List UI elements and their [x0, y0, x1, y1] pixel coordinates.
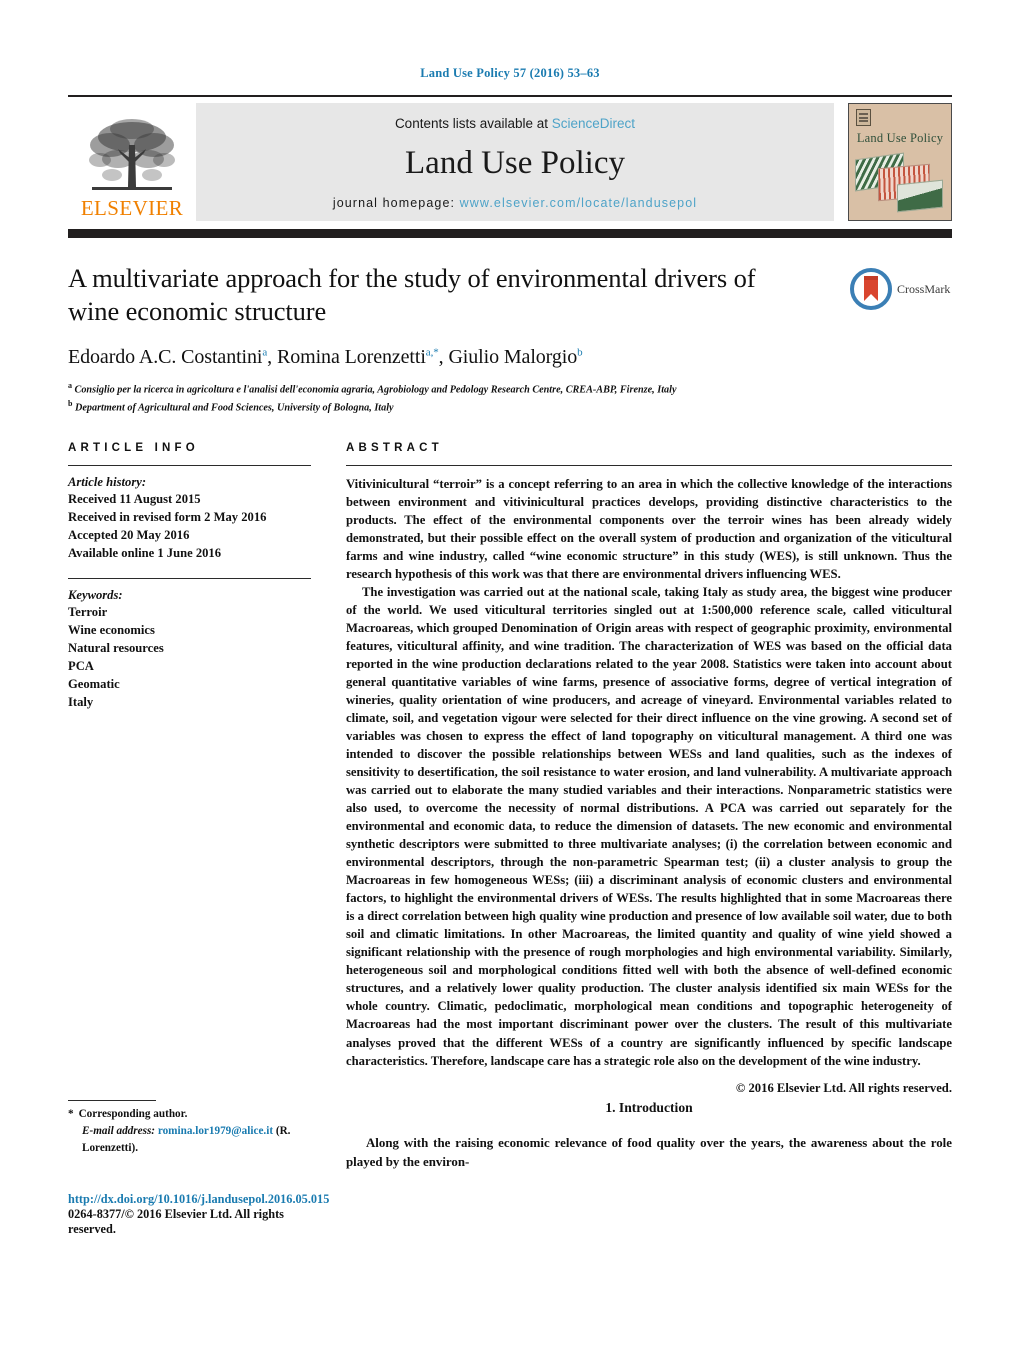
- crossmark-label: CrossMark: [897, 281, 951, 296]
- affiliation-marker: b: [68, 398, 73, 408]
- crossmark-badge[interactable]: CrossMark: [850, 266, 952, 312]
- sciencedirect-link[interactable]: ScienceDirect: [552, 116, 635, 131]
- affiliation-list: a Consiglio per la ricerca in agricoltur…: [68, 380, 952, 416]
- corresponding-label: Corresponding author.: [78, 1108, 188, 1120]
- page-title: A multivariate approach for the study of…: [68, 263, 756, 327]
- affiliation-item: a Consiglio per la ricerca in agricoltur…: [68, 380, 952, 398]
- introduction-heading: 1. Introduction: [605, 1100, 693, 1115]
- affiliation-item: b Department of Agricultural and Food Sc…: [68, 398, 952, 416]
- journal-band: Contents lists available at ScienceDirec…: [196, 103, 834, 221]
- title-block: A multivariate approach for the study of…: [68, 262, 952, 416]
- article-history-item: Received 11 August 2015: [68, 491, 201, 506]
- keywords-block: Keywords: Terroir Wine economics Natural…: [68, 588, 311, 711]
- affiliation-text: Consiglio per la ricerca in agricoltura …: [74, 384, 677, 396]
- keyword-item: PCA: [68, 658, 94, 673]
- article-info-heading: ARTICLE INFO: [68, 441, 199, 454]
- author-list: Edoardo A.C. Costantinia, Romina Lorenze…: [68, 345, 583, 368]
- corresponding-author-note: * Corresponding author.: [68, 1106, 311, 1123]
- article-info-column: ARTICLE INFO Article history: Received 1…: [68, 442, 311, 1096]
- author-marker: b: [577, 346, 583, 359]
- doi-link[interactable]: http://dx.doi.org/10.1016/j.landusepol.2…: [68, 1192, 329, 1207]
- abstract-column: ABSTRACT Vitivinicultural “terroir” is a…: [346, 442, 952, 1096]
- journal-homepage-link[interactable]: www.elsevier.com/locate/landusepol: [460, 196, 698, 210]
- keyword-item: Italy: [68, 694, 94, 709]
- page-bottom: * Corresponding author. E-mail address: r…: [68, 1100, 952, 1237]
- introduction-paragraph: Along with the raising economic relevanc…: [346, 1136, 952, 1169]
- affiliation-marker: a: [68, 380, 72, 390]
- abstract-paragraph: Vitivinicultural “terroir” is a concept …: [346, 476, 952, 581]
- elsevier-tree-icon: [89, 119, 175, 190]
- introduction-column: 1. Introduction Along with the raising e…: [346, 1100, 952, 1237]
- abstract-copyright: © 2016 Elsevier Ltd. All rights reserved…: [735, 1080, 952, 1095]
- article-history-item: Accepted 20 May 2016: [68, 527, 190, 542]
- journal-title: Land Use Policy: [405, 145, 625, 181]
- author-name: Edoardo A.C. Costantini: [68, 345, 263, 368]
- paper-page: Land Use Policy 57 (2016) 53–63 ELSEVIER…: [0, 0, 1020, 1351]
- article-history-label: Article history:: [68, 474, 147, 489]
- masthead-divider: [68, 229, 952, 238]
- footnote-column: * Corresponding author. E-mail address: r…: [68, 1100, 329, 1237]
- elsevier-logo: ELSEVIER: [68, 103, 196, 221]
- keyword-item: Wine economics: [68, 622, 155, 637]
- cover-publisher-icon: [856, 109, 871, 126]
- homepage-prefix: journal homepage:: [332, 196, 460, 210]
- running-head: Land Use Policy 57 (2016) 53–63: [420, 66, 600, 80]
- email-label: E-mail address:: [82, 1124, 156, 1137]
- author-name: Romina Lorenzetti: [276, 345, 426, 368]
- cover-title: Land Use Policy: [856, 131, 944, 145]
- journal-masthead: ELSEVIER Contents lists available at Sci…: [68, 95, 952, 221]
- corresponding-marker: *: [68, 1108, 74, 1120]
- keyword-item: Geomatic: [68, 676, 120, 691]
- doi-block: http://dx.doi.org/10.1016/j.landusepol.2…: [68, 1192, 329, 1237]
- abstract-rule: [346, 464, 952, 466]
- issn-copyright-line: 0264-8377/© 2016 Elsevier Ltd. All right…: [68, 1207, 284, 1237]
- info-abstract-columns: ARTICLE INFO Article history: Received 1…: [68, 442, 952, 1096]
- keyword-item: Terroir: [68, 604, 108, 619]
- keywords-rule: [68, 577, 311, 579]
- cover-photo-landscape-icon: [897, 179, 943, 213]
- abstract-heading: ABSTRACT: [346, 441, 443, 454]
- email-note: E-mail address: romina.lor1979@alice.it …: [68, 1123, 311, 1157]
- keywords-label: Keywords:: [68, 587, 123, 602]
- article-history-item: Received in revised form 2 May 2016: [68, 509, 267, 524]
- author-marker: a: [262, 346, 268, 359]
- elsevier-wordmark: ELSEVIER: [80, 196, 184, 220]
- affiliation-text: Department of Agricultural and Food Scie…: [75, 402, 394, 414]
- article-history-item: Available online 1 June 2016: [68, 545, 222, 560]
- article-info-rule: [68, 464, 311, 466]
- keyword-item: Natural resources: [68, 640, 164, 655]
- abstract-paragraph: The investigation was carried out at the…: [346, 584, 952, 1068]
- footnote-rule: [68, 1100, 156, 1101]
- contents-prefix: Contents lists available at: [394, 116, 552, 131]
- crossmark-icon: [850, 268, 892, 310]
- journal-cover-thumbnail: Land Use Policy: [848, 103, 952, 221]
- author-name: Giulio Malorgio: [448, 345, 578, 368]
- contents-available-line: Contents lists available at ScienceDirec…: [395, 116, 635, 131]
- email-link[interactable]: romina.lor1979@alice.it: [158, 1125, 273, 1137]
- author-marker: a,*: [425, 346, 439, 359]
- journal-homepage-line: journal homepage: www.elsevier.com/locat…: [333, 196, 697, 210]
